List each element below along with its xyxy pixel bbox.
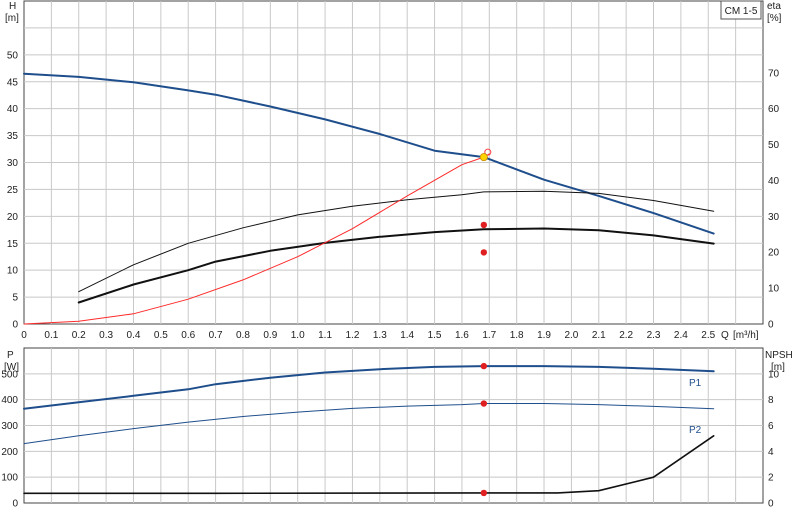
bottom-y2-tick-label: 2 [768,473,774,484]
top-y-tick-label: 40 [7,104,19,115]
x-tick-label: 1.7 [482,330,496,341]
x-tick-label: 0.6 [181,330,195,341]
bottom-y-tick-label: 400 [1,395,18,406]
top-y2-tick-label: 50 [768,140,780,151]
x-tick-label: 1.1 [318,330,332,341]
x-tick-label: 2.0 [564,330,578,341]
top-y-tick-label: 45 [7,77,19,88]
top-y-tick-label: 25 [7,185,19,196]
top-y-tick-label: 0 [12,320,18,331]
x-tick-label: 0.3 [99,330,113,341]
top-y2-tick-label: 10 [768,284,780,295]
head-efficiency-plot: 0 5 10 15 20 25 30 35 40 45 50 0 10 20 30 40 50 60 70 0 0.1 0… [7,0,780,341]
x-tick-label: 1.8 [510,330,524,341]
x-tick-label: 2.4 [674,330,688,341]
series-label-p2: P2 [689,425,702,436]
x-tick-label: 0.1 [44,330,58,341]
x-tick-label: 0.8 [236,330,250,341]
top-y-tick-label: 10 [7,266,19,277]
x-tick-label: 2.5 [701,330,715,341]
x-axis-unit-q: [m³/h] [733,330,759,341]
y-axis-unit-p: [W] [4,362,19,373]
x-tick-label: 1.5 [428,330,442,341]
bottom-y2-tick-label: 6 [768,421,774,432]
power-npsh-plot: 01002003004005000246810 [1,347,780,510]
x-tick-label: 1.3 [373,330,387,341]
top-y-tick-label: 30 [7,158,19,169]
top-y2-tick-label: 60 [768,104,780,115]
top-y2-tick-label: 40 [768,176,780,187]
x-tick-label: 0.2 [72,330,86,341]
top-y-tick-label: 5 [12,293,18,304]
x-tick-label: 1.4 [400,330,414,341]
y2-axis-unit-eta: [%] [767,13,782,24]
y-axis-unit-h: [m] [5,13,19,24]
bottom-y2-tick-label: 4 [768,447,774,458]
bottom-y2-tick-label: 8 [768,395,774,406]
top-y2-tick-label: 70 [768,68,780,79]
bottom-marker [480,400,488,407]
x-tick-label: 1.9 [537,330,551,341]
bottom-y-tick-label: 100 [1,473,18,484]
x-tick-label: 0.5 [154,330,168,341]
x-tick-label: 0.9 [263,330,277,341]
x-tick-label: 2.2 [619,330,633,341]
y2-axis-unit-npsh: [m] [771,362,785,373]
top-y-tick-label: 15 [7,239,19,250]
y-axis-label-h: H [9,1,16,12]
y-axis-label-p: P [7,350,14,361]
bottom-marker [480,489,488,497]
x-tick-label: 0 [21,330,27,341]
top-marker [480,221,488,229]
top-y-tick-label: 35 [7,131,19,142]
bottom-y-tick-label: 300 [1,421,18,432]
x-tick-label: 1.2 [345,330,359,341]
bottom-y-tick-label: 200 [1,447,18,458]
x-axis-label-q: Q [721,330,729,341]
series-label-p1: P1 [689,378,702,389]
duty-point-marker [479,153,488,162]
y2-axis-label-npsh: NPSH [765,350,793,361]
x-tick-label: 0.4 [127,330,141,341]
pump-curve-chart: 051015202530354045500102030405060700 0.1 0… [1,0,793,510]
y2-axis-label-eta: eta [767,1,781,12]
top-y2-tick-label: 30 [768,212,780,223]
x-tick-label: 1.6 [455,330,469,341]
top-y-tick-label: 50 [7,50,19,61]
x-tick-label: 0.7 [209,330,223,341]
bottom-y-tick-label: 0 [12,499,18,510]
top-y-tick-label: 20 [7,212,19,223]
x-tick-label: 1.0 [291,330,305,341]
bottom-y2-tick-label: 0 [768,499,774,510]
top-y2-tick-label: 20 [768,248,780,259]
x-tick-label: 2.1 [592,330,606,341]
top-marker [480,249,488,256]
bottom-marker [480,362,488,370]
x-tick-label: 2.3 [647,330,661,341]
top-y2-tick-label: 0 [768,320,774,331]
chart-title: CM 1-5 [725,6,758,17]
